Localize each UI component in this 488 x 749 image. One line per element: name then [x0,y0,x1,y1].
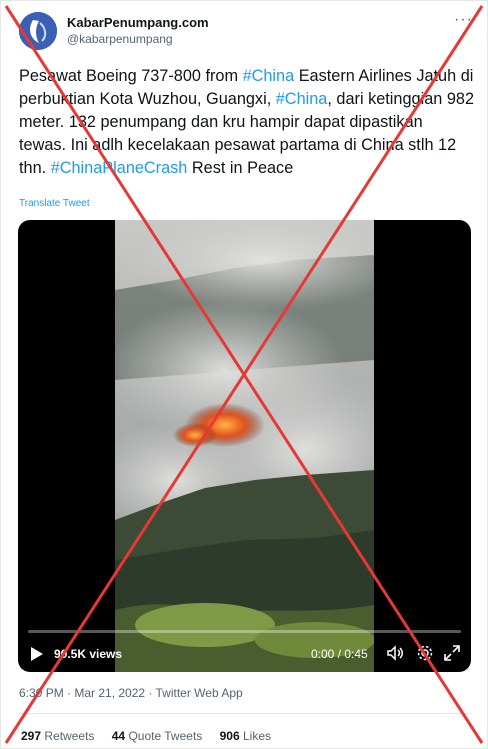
avatar[interactable] [19,12,57,50]
divider [19,713,471,714]
settings-icon[interactable] [416,644,434,662]
quotes-label: Quote Tweets [128,729,203,743]
quote-tweets-stat[interactable]: 44 Quote Tweets [112,729,203,743]
tweet-card: KabarPenumpang.com @kabarpenumpang ··· P… [0,0,488,749]
likes-count: 906 [219,729,240,743]
retweets-stat[interactable]: 297 Retweets [21,729,94,743]
retweets-count: 297 [21,729,42,743]
video-player[interactable]: 90.5K views 0:00 / 0:45 [18,220,471,672]
play-icon[interactable] [30,646,44,662]
tweet-text-segment: Rest in Peace [187,159,294,177]
tweet-text-segment: Pesawat Boeing 737-800 from [19,67,243,85]
video-frame [115,220,374,672]
tweet-stats: 297 Retweets 44 Quote Tweets 906 Likes [21,729,285,743]
likes-stat[interactable]: 906 Likes [220,729,271,743]
tweet-timestamp[interactable]: 6:30 PM · Mar 21, 2022 · Twitter Web App [19,686,243,700]
tweet-text: Pesawat Boeing 737-800 from #China Easte… [19,65,474,180]
account-handle[interactable]: @kabarpenumpang [67,32,173,46]
avatar-logo-icon [19,12,57,50]
translate-tweet-link[interactable]: Translate Tweet [19,198,90,209]
video-scrubber[interactable] [28,630,461,633]
quotes-count: 44 [111,729,126,743]
likes-label: Likes [243,729,272,743]
account-name[interactable]: KabarPenumpang.com [67,15,209,30]
more-icon[interactable]: ··· [454,11,473,29]
retweets-label: Retweets [44,729,95,743]
view-count: 90.5K views [54,647,123,661]
hashtag-link[interactable]: #ChinaPlaneCrash [51,159,188,177]
volume-icon[interactable] [386,644,404,662]
hashtag-link[interactable]: #China [243,67,295,85]
fullscreen-icon[interactable] [443,644,461,662]
video-time: 0:00 / 0:45 [311,647,368,661]
hashtag-link[interactable]: #China [276,90,328,108]
